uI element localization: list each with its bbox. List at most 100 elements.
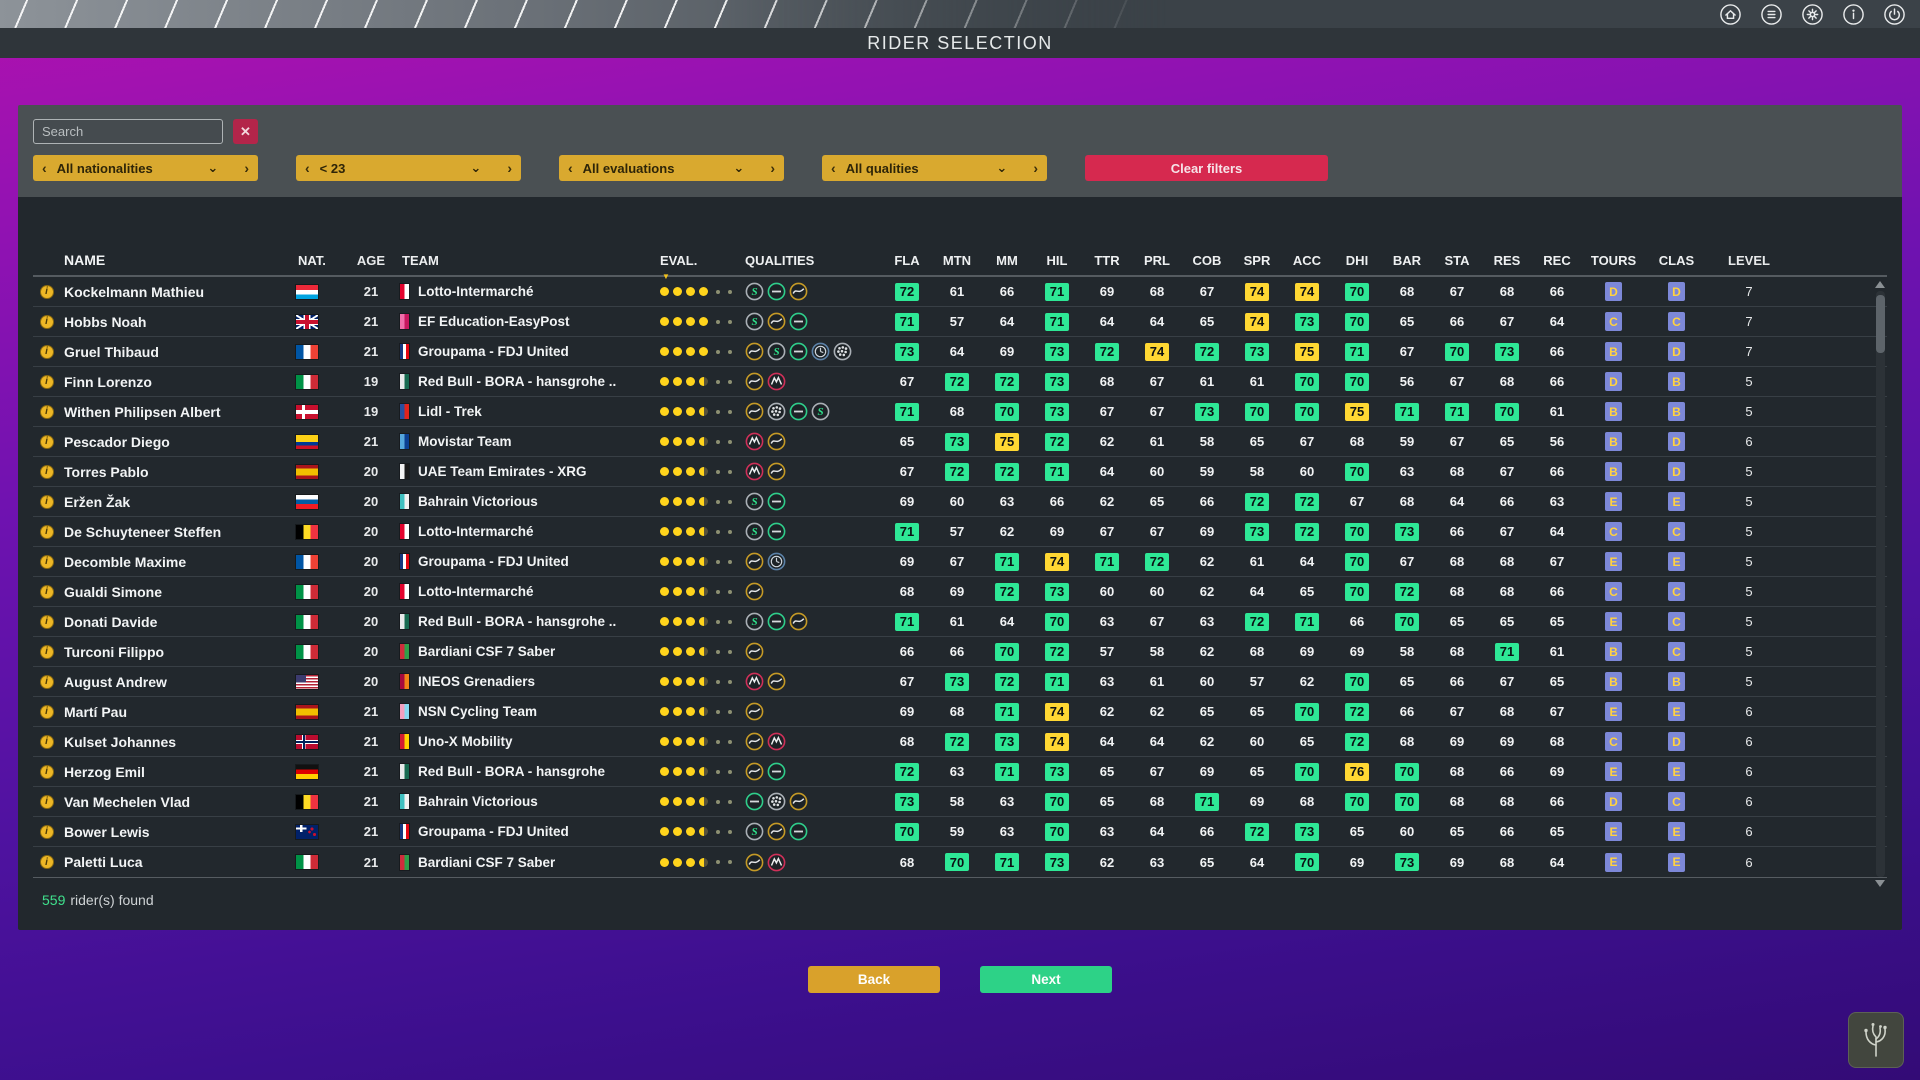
info-icon[interactable]: i xyxy=(40,465,54,479)
column-header-acc[interactable]: ACC xyxy=(1282,253,1332,268)
table-row[interactable]: iDe Schuyteneer Steffen20Lotto-Intermarc… xyxy=(33,517,1887,547)
chevron-down-icon[interactable]: ⌄ xyxy=(733,160,744,176)
clear-search-button[interactable]: ✕ xyxy=(233,119,258,144)
column-header-clas[interactable]: CLAS xyxy=(1645,253,1708,268)
chevron-right-icon[interactable]: › xyxy=(1033,160,1038,176)
stat-hil: 70 xyxy=(1032,607,1082,636)
filter-dropdown-1[interactable]: ‹< 23⌄› xyxy=(296,155,521,181)
scrollbar-thumb[interactable] xyxy=(1876,295,1885,353)
column-header-rec[interactable]: REC xyxy=(1532,253,1582,268)
table-row[interactable]: iGualdi Simone20Lotto-Intermarché6869727… xyxy=(33,577,1887,607)
table-row[interactable]: iEržen Žak20Bahrain VictoriousS696063666… xyxy=(33,487,1887,517)
info-icon[interactable]: i xyxy=(40,585,54,599)
scrollbar-track[interactable] xyxy=(1876,291,1885,877)
column-header-prl[interactable]: PRL xyxy=(1132,253,1182,268)
info-icon[interactable]: i xyxy=(40,525,54,539)
info-icon[interactable]: i xyxy=(40,555,54,569)
info-icon[interactable]: i xyxy=(40,315,54,329)
column-header-age[interactable]: AGE xyxy=(350,253,392,268)
chevron-left-icon[interactable]: ‹ xyxy=(42,160,47,176)
column-header-team[interactable]: TEAM xyxy=(392,253,648,268)
table-row[interactable]: iBower Lewis21Groupama - FDJ UnitedS7059… xyxy=(33,817,1887,847)
table-row[interactable]: iWithen Philipsen Albert19Lidl - TrekS71… xyxy=(33,397,1887,427)
home-icon[interactable] xyxy=(1719,3,1742,26)
info-icon[interactable]: i xyxy=(40,435,54,449)
table-row[interactable]: iPaletti Luca21Bardiani CSF 7 Saber68707… xyxy=(33,847,1887,877)
table-row[interactable]: iGruel Thibaud21Groupama - FDJ UnitedS73… xyxy=(33,337,1887,367)
power-icon[interactable] xyxy=(1883,3,1906,26)
search-input[interactable] xyxy=(33,119,223,144)
info-icon[interactable]: i xyxy=(40,495,54,509)
chevron-left-icon[interactable]: ‹ xyxy=(568,160,573,176)
info-icon[interactable]: i xyxy=(40,645,54,659)
table-row[interactable]: iDecomble Maxime20Groupama - FDJ United6… xyxy=(33,547,1887,577)
chevron-left-icon[interactable]: ‹ xyxy=(305,160,310,176)
scroll-down-icon[interactable] xyxy=(1875,880,1885,887)
column-header-cob[interactable]: COB xyxy=(1182,253,1232,268)
info-icon[interactable]: i xyxy=(40,825,54,839)
info-icon[interactable] xyxy=(1842,3,1865,26)
table-row[interactable]: iTurconi Filippo20Bardiani CSF 7 Saber66… xyxy=(33,637,1887,667)
table-row[interactable]: iHobbs Noah21EF Education-EasyPostS71576… xyxy=(33,307,1887,337)
info-icon[interactable]: i xyxy=(40,735,54,749)
column-header-fla[interactable]: FLA xyxy=(882,253,932,268)
table-row[interactable]: iDonati Davide20Red Bull - BORA - hansgr… xyxy=(33,607,1887,637)
menu-icon[interactable] xyxy=(1760,3,1783,26)
stat-acc: 65 xyxy=(1282,727,1332,756)
info-icon[interactable]: i xyxy=(40,345,54,359)
table-row[interactable]: iFinn Lorenzo19Red Bull - BORA - hansgro… xyxy=(33,367,1887,397)
column-header-dhi[interactable]: DHI xyxy=(1332,253,1382,268)
info-icon[interactable]: i xyxy=(40,765,54,779)
table-row[interactable]: iMartí Pau21NSN Cycling Team696871746262… xyxy=(33,697,1887,727)
column-header-name[interactable]: NAME xyxy=(60,252,288,268)
column-header-res[interactable]: RES xyxy=(1482,253,1532,268)
column-header-nat[interactable]: NAT. xyxy=(288,253,350,268)
table-row[interactable]: iTorres Pablo20UAE Team Emirates - XRG67… xyxy=(33,457,1887,487)
filter-dropdown-2[interactable]: ‹All evaluations⌄› xyxy=(559,155,784,181)
info-icon[interactable]: i xyxy=(40,405,54,419)
column-header-mm[interactable]: MM xyxy=(982,253,1032,268)
filter-dropdown-3[interactable]: ‹All qualities⌄› xyxy=(822,155,1047,181)
scroll-up-icon[interactable] xyxy=(1875,281,1885,288)
back-button[interactable]: Back xyxy=(808,966,940,993)
column-header-ttr[interactable]: TTR xyxy=(1082,253,1132,268)
chevron-left-icon[interactable]: ‹ xyxy=(831,160,836,176)
table-row[interactable]: iVan Mechelen Vlad21Bahrain Victorious73… xyxy=(33,787,1887,817)
info-icon[interactable]: i xyxy=(40,705,54,719)
rider-info-cell: i xyxy=(33,787,60,816)
column-header-qualities[interactable]: QUALITIES xyxy=(738,253,882,268)
info-icon[interactable]: i xyxy=(40,855,54,869)
column-header-eval[interactable]: EVAL.▼ xyxy=(648,253,738,268)
column-header-tours[interactable]: TOURS xyxy=(1582,253,1645,268)
table-row[interactable]: iKulset Johannes21Uno-X Mobility68727374… xyxy=(33,727,1887,757)
column-header-level[interactable]: LEVEL xyxy=(1708,253,1790,268)
chevron-down-icon[interactable]: ⌄ xyxy=(207,160,218,176)
chevron-right-icon[interactable]: › xyxy=(770,160,775,176)
info-icon[interactable]: i xyxy=(40,795,54,809)
column-header-spr[interactable]: SPR xyxy=(1232,253,1282,268)
table-row[interactable]: iPescador Diego21Movistar Team6573757262… xyxy=(33,427,1887,457)
chevron-right-icon[interactable]: › xyxy=(244,160,249,176)
table-row[interactable]: iAugust Andrew20INEOS Grenadiers67737271… xyxy=(33,667,1887,697)
chevron-right-icon[interactable]: › xyxy=(507,160,512,176)
next-button[interactable]: Next xyxy=(980,966,1112,993)
column-header-mtn[interactable]: MTN xyxy=(932,253,982,268)
chevron-down-icon[interactable]: ⌄ xyxy=(470,160,481,176)
table-scrollbar[interactable] xyxy=(1875,281,1886,887)
table-row[interactable]: iHerzog Emil21Red Bull - BORA - hansgroh… xyxy=(33,757,1887,787)
stat-res: 68 xyxy=(1482,277,1532,306)
info-icon[interactable]: i xyxy=(40,615,54,629)
settings-icon[interactable] xyxy=(1801,3,1824,26)
filter-dropdown-0[interactable]: ‹All nationalities⌄› xyxy=(33,155,258,181)
quality-cobbles-icon xyxy=(767,792,786,811)
tours-rating: E xyxy=(1582,487,1645,516)
table-row[interactable]: iKockelmann Mathieu21Lotto-IntermarchéS7… xyxy=(33,277,1887,307)
clear-filters-button[interactable]: Clear filters xyxy=(1085,155,1328,181)
chevron-down-icon[interactable]: ⌄ xyxy=(996,160,1007,176)
column-header-sta[interactable]: STA xyxy=(1432,253,1482,268)
column-header-bar[interactable]: BAR xyxy=(1382,253,1432,268)
column-header-hil[interactable]: HIL xyxy=(1032,253,1082,268)
info-icon[interactable]: i xyxy=(40,285,54,299)
info-icon[interactable]: i xyxy=(40,375,54,389)
info-icon[interactable]: i xyxy=(40,675,54,689)
